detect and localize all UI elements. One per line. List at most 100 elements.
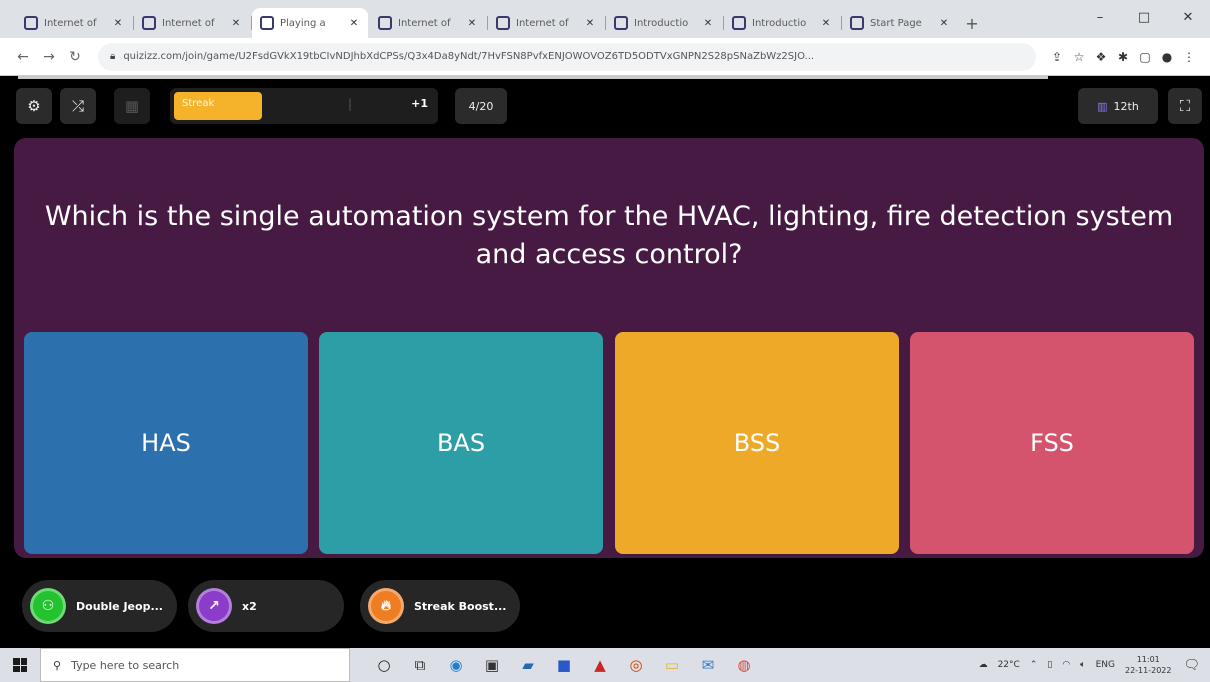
- streak-label: Streak: [182, 98, 215, 109]
- quizizz-favicon-icon: [614, 16, 628, 30]
- browser-tab[interactable]: Internet of ✕: [488, 8, 606, 38]
- new-tab-button[interactable]: +: [960, 8, 984, 38]
- tab-label: Introductio: [634, 17, 689, 29]
- quizizz-favicon-icon: [260, 16, 274, 30]
- answer-option-label: BSS: [733, 429, 781, 457]
- browser-tab[interactable]: Introductio ✕: [724, 8, 842, 38]
- powerup-streak-booster[interactable]: 🔥︎ Streak Boost...: [360, 580, 521, 632]
- app-icon[interactable]: ■: [546, 648, 582, 682]
- chevron-up-icon[interactable]: ⌃: [1030, 660, 1038, 670]
- powerup-inventory-icon[interactable]: ▦: [114, 88, 150, 124]
- close-icon[interactable]: ✕: [112, 18, 124, 29]
- close-icon[interactable]: ✕: [348, 18, 360, 29]
- volume-icon[interactable]: 🔈︎: [1080, 660, 1085, 670]
- tab-label: Introductio: [752, 17, 807, 29]
- x2-multiplier-icon: ↗: [196, 588, 232, 624]
- powerup-label: Streak Boost...: [414, 599, 507, 613]
- settings-gear-icon[interactable]: ⚙: [16, 88, 52, 124]
- reload-icon[interactable]: ↻: [62, 49, 88, 65]
- tab-label: Internet of: [44, 17, 97, 29]
- close-window-button[interactable]: ✕: [1166, 0, 1210, 34]
- windows-taskbar: ⚲ Type here to search ○ ⧉ ◉ ▣ ▰ ■ ▲ ◎ ▭ ✉…: [0, 648, 1210, 682]
- url-field[interactable]: 🔒︎ quizizz.com/join/game/U2FsdGVkX19tbCIv…: [98, 42, 1036, 71]
- answer-option-4[interactable]: FSS: [910, 332, 1194, 554]
- acrobat-icon[interactable]: ▲: [582, 648, 618, 682]
- fullscreen-icon[interactable]: ⛶: [1168, 88, 1202, 124]
- powerups-bar: ⚇ Double Jeop... ↗ x2 🔥︎ Streak Boost...: [0, 560, 1210, 648]
- browser-tab[interactable]: Internet of ✕: [370, 8, 488, 38]
- browser-tab-active[interactable]: Playing a ✕: [252, 8, 368, 38]
- quizizz-favicon-icon: [732, 16, 746, 30]
- notifications-icon[interactable]: 🗨︎: [1183, 658, 1200, 673]
- share-icon[interactable]: ⇪: [1046, 50, 1068, 64]
- shuffle-icon[interactable]: ⤮: [60, 88, 96, 124]
- close-icon[interactable]: ✕: [466, 18, 478, 29]
- language-indicator[interactable]: ENG: [1096, 660, 1115, 670]
- answer-option-label: FSS: [1030, 429, 1074, 457]
- office-icon[interactable]: ◎: [618, 648, 654, 682]
- wifi-icon[interactable]: ◠: [1062, 660, 1070, 670]
- outlook-icon[interactable]: ✉: [690, 648, 726, 682]
- browser-tab[interactable]: Start Page ✕: [842, 8, 958, 38]
- windows-logo-icon: [13, 658, 27, 672]
- tab-label: Internet of: [162, 17, 215, 29]
- puzzle-icon[interactable]: ✱: [1112, 50, 1134, 64]
- minimize-button[interactable]: –: [1078, 0, 1122, 34]
- quizizz-favicon-icon: [850, 16, 864, 30]
- answer-option-1[interactable]: HAS: [24, 332, 308, 554]
- rank-badge[interactable]: ▥ 12th: [1078, 88, 1158, 124]
- back-arrow-icon[interactable]: ←: [10, 49, 36, 65]
- profile-avatar-icon[interactable]: ●: [1156, 50, 1178, 64]
- answer-option-2[interactable]: BAS: [319, 332, 603, 554]
- bookmark-star-icon[interactable]: ☆: [1068, 50, 1090, 64]
- page-load-bar: [18, 76, 1048, 79]
- close-icon[interactable]: ✕: [820, 18, 832, 29]
- double-jeopardy-icon: ⚇: [30, 588, 66, 624]
- tab-label: Internet of: [398, 17, 451, 29]
- file-explorer-icon[interactable]: ▭: [654, 648, 690, 682]
- browser-tab[interactable]: Introductio ✕: [606, 8, 724, 38]
- sidebar-icon[interactable]: ▢: [1134, 50, 1156, 64]
- clock[interactable]: 11:01 22-11-2022: [1125, 654, 1172, 676]
- close-icon[interactable]: ✕: [230, 18, 242, 29]
- powerup-label: x2: [242, 599, 257, 613]
- close-icon[interactable]: ✕: [584, 18, 596, 29]
- browser-tab[interactable]: Internet of ✕: [16, 8, 134, 38]
- streak-tick-mark: |: [348, 97, 353, 111]
- quizizz-favicon-icon: [378, 16, 392, 30]
- lock-icon: 🔒︎: [110, 51, 116, 62]
- clock-time: 11:01: [1136, 655, 1160, 664]
- quizizz-favicon-icon: [24, 16, 38, 30]
- clock-date: 22-11-2022: [1124, 666, 1172, 675]
- taskbar-search[interactable]: ⚲ Type here to search: [40, 648, 350, 682]
- close-icon[interactable]: ✕: [702, 18, 714, 29]
- store-icon[interactable]: ▣: [474, 648, 510, 682]
- answer-option-3[interactable]: BSS: [615, 332, 899, 554]
- battery-icon[interactable]: ▯: [1047, 660, 1052, 670]
- powerup-double-jeopardy[interactable]: ⚇ Double Jeop...: [22, 580, 177, 632]
- maximize-button[interactable]: □: [1122, 0, 1166, 34]
- url-text: quizizz.com/join/game/U2FsdGVkX19tbCIvND…: [123, 51, 815, 62]
- search-placeholder: Type here to search: [71, 658, 180, 672]
- edge-browser-icon[interactable]: ◉: [438, 648, 474, 682]
- answer-option-label: HAS: [141, 429, 191, 457]
- mail-icon[interactable]: ▰: [510, 648, 546, 682]
- answer-option-label: BAS: [436, 429, 486, 457]
- weather-icon[interactable]: ☁: [979, 660, 988, 670]
- task-view-icon[interactable]: ⧉: [402, 648, 438, 682]
- extension-icon[interactable]: ❖: [1090, 50, 1112, 64]
- browser-tab-bar: Internet of ✕ Internet of ✕ Playing a ✕ Int…: [0, 0, 1210, 38]
- chrome-icon[interactable]: ◍: [726, 648, 762, 682]
- cortana-icon[interactable]: ○: [366, 648, 402, 682]
- windows-start-button[interactable]: [0, 648, 40, 682]
- leaderboard-icon: ▥: [1097, 99, 1108, 113]
- powerup-x2[interactable]: ↗ x2: [188, 580, 344, 632]
- streak-booster-icon: 🔥︎: [368, 588, 404, 624]
- weather-temperature[interactable]: 22°C: [998, 660, 1020, 670]
- browser-tab[interactable]: Internet of ✕: [134, 8, 252, 38]
- menu-kebab-icon[interactable]: ⋮: [1178, 50, 1200, 64]
- forward-arrow-icon[interactable]: →: [36, 49, 62, 65]
- streak-bar: Streak | +1: [170, 88, 438, 124]
- streak-points: +1: [411, 97, 428, 110]
- close-icon[interactable]: ✕: [938, 18, 950, 29]
